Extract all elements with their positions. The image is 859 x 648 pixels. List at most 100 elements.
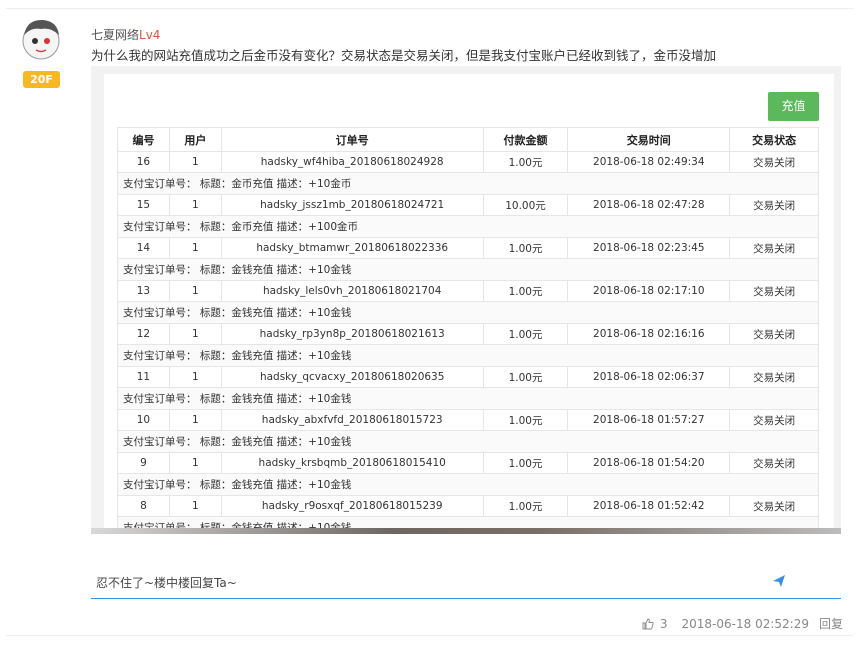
order-number-cell: hadsky_r9osxqf_20180618015239 bbox=[220, 495, 484, 517]
amount-cell: 1.00元 bbox=[482, 151, 569, 173]
user-cell: 1 bbox=[168, 194, 222, 216]
time-cell: 2018-06-18 02:49:34 bbox=[567, 151, 731, 173]
time-cell: 2018-06-18 01:57:27 bbox=[567, 409, 731, 431]
table-row: 13 1 hadsky_lels0vh_20180618021704 1.00元 201… bbox=[117, 280, 819, 302]
order-detail-cell: 支付宝订单号： 标题：金钱充值 描述：+10金钱 bbox=[117, 344, 819, 367]
order-number-cell: hadsky_btmamwr_20180618022336 bbox=[220, 237, 484, 259]
user-cell: 1 bbox=[168, 237, 222, 259]
amount-cell: 10.00元 bbox=[482, 194, 569, 216]
table-row: 16 1 hadsky_wf4hiba_20180618024928 1.00元 201… bbox=[117, 151, 819, 173]
col-header-id: 编号 bbox=[117, 127, 170, 152]
status-cell: 交易关闭 bbox=[729, 409, 819, 431]
status-cell: 交易关闭 bbox=[729, 323, 819, 345]
post-content: 为什么我的网站充值成功之后金币没有变化？交易状态是交易关闭，但是我支付宝账户已经… bbox=[91, 48, 717, 63]
table-row: 15 1 hadsky_jssz1mb_20180618024721 10.00元 20… bbox=[117, 194, 819, 216]
reply-placeholder: 忍不住了~楼中楼回复Ta~ bbox=[96, 576, 237, 590]
amount-cell: 1.00元 bbox=[482, 237, 569, 259]
order-detail-cell: 支付宝订单号： 标题：金钱充值 描述：+10金钱 bbox=[117, 430, 819, 453]
send-icon[interactable] bbox=[772, 574, 786, 588]
order-id-cell: 15 bbox=[117, 194, 170, 216]
user-cell: 1 bbox=[168, 452, 222, 474]
table-row-detail: 支付宝订单号： 标题：金钱充值 描述：+10金钱 bbox=[117, 387, 819, 410]
table-row-detail: 支付宝订单号： 标题：金钱充值 描述：+10金钱 bbox=[117, 258, 819, 281]
avatar[interactable] bbox=[21, 17, 61, 63]
time-cell: 2018-06-18 02:23:45 bbox=[567, 237, 731, 259]
order-number-cell: hadsky_lels0vh_20180618021704 bbox=[220, 280, 484, 302]
order-number-cell: hadsky_jssz1mb_20180618024721 bbox=[220, 194, 484, 216]
order-detail-cell: 支付宝订单号： 标题：金币充值 描述：+100金币 bbox=[117, 215, 819, 238]
user-level: Lv4 bbox=[139, 28, 161, 42]
time-cell: 2018-06-18 01:54:20 bbox=[567, 452, 731, 474]
amount-cell: 1.00元 bbox=[482, 495, 569, 517]
time-cell: 2018-06-18 02:06:37 bbox=[567, 366, 731, 388]
order-id-cell: 12 bbox=[117, 323, 170, 345]
order-number-cell: hadsky_wf4hiba_20180618024928 bbox=[220, 151, 484, 173]
order-id-cell: 11 bbox=[117, 366, 170, 388]
order-id-cell: 13 bbox=[117, 280, 170, 302]
table-header-row: 编号 用户 订单号 付款金额 交易时间 交易状态 bbox=[117, 127, 819, 152]
status-cell: 交易关闭 bbox=[729, 237, 819, 259]
post-author[interactable]: 七夏网络Lv4 bbox=[91, 26, 160, 43]
order-detail-cell: 支付宝订单号： 标题：金钱充值 描述：+10金钱 bbox=[117, 387, 819, 410]
table-row-detail: 支付宝订单号： 标题：金钱充值 描述：+10金钱 bbox=[117, 301, 819, 324]
time-cell: 2018-06-18 01:52:42 bbox=[567, 495, 731, 517]
user-cell: 1 bbox=[168, 366, 222, 388]
table-row: 11 1 hadsky_qcvacxy_20180618020635 1.00元 201… bbox=[117, 366, 819, 388]
status-cell: 交易关闭 bbox=[729, 366, 819, 388]
floor-badge: 20F bbox=[23, 71, 60, 88]
time-cell: 2018-06-18 02:16:16 bbox=[567, 323, 731, 345]
amount-cell: 1.00元 bbox=[482, 452, 569, 474]
avatar-image bbox=[22, 19, 60, 60]
time-cell: 2018-06-18 02:47:28 bbox=[567, 194, 731, 216]
order-number-cell: hadsky_abxfvfd_20180618015723 bbox=[220, 409, 484, 431]
order-number-cell: hadsky_rp3yn8p_20180618021613 bbox=[220, 323, 484, 345]
screenshot-panel: 充值 编号 用户 订单号 付款金额 交易时间 交易状态 16 1 hadsky_wf… bbox=[104, 74, 834, 534]
order-detail-cell: 支付宝订单号： 标题：金钱充值 描述：+10金钱 bbox=[117, 258, 819, 281]
order-detail-cell: 支付宝订单号： 标题：金币充值 描述：+10金币 bbox=[117, 172, 819, 195]
thumb-up-icon[interactable] bbox=[642, 618, 654, 630]
order-id-cell: 8 bbox=[117, 495, 170, 517]
amount-cell: 1.00元 bbox=[482, 323, 569, 345]
col-header-amount: 付款金额 bbox=[482, 127, 569, 152]
user-cell: 1 bbox=[168, 280, 222, 302]
table-row: 14 1 hadsky_btmamwr_20180618022336 1.00元 201… bbox=[117, 237, 819, 259]
screenshot-crop-edge bbox=[91, 528, 841, 534]
status-cell: 交易关闭 bbox=[729, 452, 819, 474]
orders-table: 编号 用户 订单号 付款金额 交易时间 交易状态 16 1 hadsky_wf4hi… bbox=[117, 127, 819, 534]
user-cell: 1 bbox=[168, 495, 222, 517]
recharge-button: 充值 bbox=[768, 92, 819, 121]
table-row-detail: 支付宝订单号： 标题：金钱充值 描述：+10金钱 bbox=[117, 473, 819, 496]
user-cell: 1 bbox=[168, 151, 222, 173]
time-cell: 2018-06-18 02:17:10 bbox=[567, 280, 731, 302]
attached-screenshot[interactable]: 充值 编号 用户 订单号 付款金额 交易时间 交易状态 16 1 hadsky_wf… bbox=[91, 66, 841, 534]
order-id-cell: 14 bbox=[117, 237, 170, 259]
status-cell: 交易关闭 bbox=[729, 495, 819, 517]
order-id-cell: 10 bbox=[117, 409, 170, 431]
amount-cell: 1.00元 bbox=[482, 409, 569, 431]
table-row: 8 1 hadsky_r9osxqf_20180618015239 1.00元 2018… bbox=[117, 495, 819, 517]
col-header-status: 交易状态 bbox=[729, 127, 819, 152]
table-row-detail: 支付宝订单号： 标题：金钱充值 描述：+10金钱 bbox=[117, 430, 819, 453]
order-id-cell: 9 bbox=[117, 452, 170, 474]
col-header-order: 订单号 bbox=[220, 127, 484, 152]
table-row-detail: 支付宝订单号： 标题：金钱充值 描述：+10金钱 bbox=[117, 344, 819, 367]
order-number-cell: hadsky_qcvacxy_20180618020635 bbox=[220, 366, 484, 388]
order-number-cell: hadsky_krsbqmb_20180618015410 bbox=[220, 452, 484, 474]
like-count: 3 bbox=[659, 616, 668, 631]
status-cell: 交易关闭 bbox=[729, 151, 819, 173]
table-row-detail: 支付宝订单号： 标题：金币充值 描述：+100金币 bbox=[117, 215, 819, 238]
bottom-divider bbox=[6, 635, 853, 636]
top-divider bbox=[6, 8, 853, 9]
reply-input[interactable]: 忍不住了~楼中楼回复Ta~ bbox=[91, 568, 841, 599]
post-timestamp: 2018-06-18 02:52:29 bbox=[681, 616, 809, 631]
order-detail-cell: 支付宝订单号： 标题：金钱充值 描述：+10金钱 bbox=[117, 301, 819, 324]
table-row: 10 1 hadsky_abxfvfd_20180618015723 1.00元 201… bbox=[117, 409, 819, 431]
user-cell: 1 bbox=[168, 323, 222, 345]
reply-link[interactable]: 回复 bbox=[819, 615, 843, 632]
table-row-detail: 支付宝订单号： 标题：金币充值 描述：+10金币 bbox=[117, 172, 819, 195]
col-header-time: 交易时间 bbox=[567, 127, 731, 152]
user-cell: 1 bbox=[168, 409, 222, 431]
post-meta: 3 2018-06-18 02:52:29 回复 bbox=[642, 615, 843, 632]
username-text[interactable]: 七夏网络 bbox=[91, 28, 139, 42]
amount-cell: 1.00元 bbox=[482, 280, 569, 302]
